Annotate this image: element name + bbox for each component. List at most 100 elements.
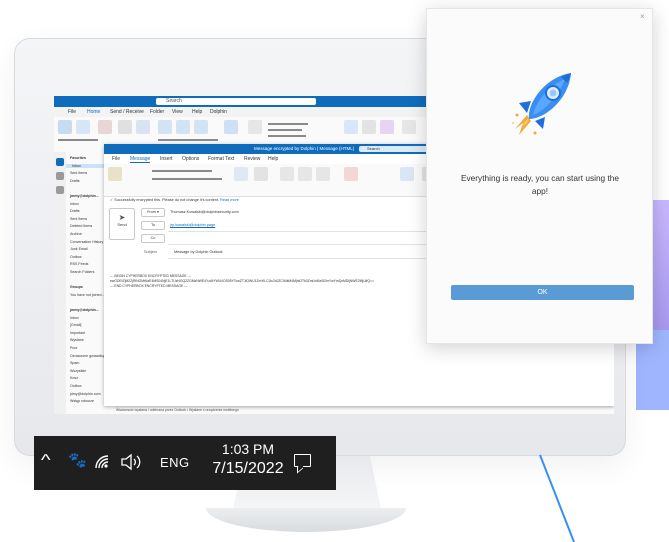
unread-read-icon[interactable] — [402, 120, 416, 134]
menu-home[interactable]: Home — [87, 109, 100, 115]
taskbar: ^ 🐾 ENG 1:03 PM 7/15/2022 — [34, 436, 336, 490]
folder-item[interactable]: Important — [70, 331, 85, 335]
reply-all-icon[interactable] — [176, 120, 190, 134]
share-teams-icon[interactable] — [224, 120, 238, 134]
folder-item[interactable]: jdmy@dolphin.com — [70, 392, 101, 396]
people-icon[interactable] — [56, 186, 64, 194]
address-book-icon[interactable] — [234, 167, 248, 181]
menu-file[interactable]: File — [68, 109, 76, 115]
message-list-strip: Wiadomość wysłana / odebrana przez Outlo… — [116, 408, 614, 414]
move-icon[interactable] — [344, 120, 358, 134]
cc-field-underline — [168, 244, 468, 245]
compose-menu-options[interactable]: Options — [182, 156, 199, 162]
from-value: Thomasz.Kowalski@dolphinsecurity.com — [170, 210, 239, 214]
dialog-message: Everything is ready, you can start using… — [460, 173, 620, 196]
compose-menu-file[interactable]: File — [112, 156, 120, 162]
to-button[interactable]: To — [141, 221, 165, 230]
reply-icon[interactable] — [158, 120, 172, 134]
compose-menu-review[interactable]: Review — [244, 156, 260, 162]
font-selector[interactable] — [152, 170, 212, 172]
paste-icon[interactable] — [108, 167, 122, 181]
menu-view[interactable]: View — [172, 109, 183, 115]
info-bar-read-more-link[interactable]: Read more — [220, 198, 239, 202]
check-names-icon[interactable] — [254, 167, 268, 181]
folder-item[interactable]: Poor — [70, 346, 78, 350]
menu-send-receive[interactable]: Send / Receive — [110, 109, 144, 115]
compose-menu-help[interactable]: Help — [268, 156, 278, 162]
folder-item[interactable]: Drafts — [70, 209, 80, 213]
send-label: Send — [117, 222, 127, 227]
folder-item[interactable]: Junk Email — [70, 247, 88, 251]
folder-group-header[interactable]: jmmy@dolphin... — [70, 308, 99, 312]
send-button[interactable]: ➤ Send — [109, 208, 135, 240]
folder-group-header[interactable]: Favorites — [70, 156, 86, 160]
menu-folder[interactable]: Folder — [150, 109, 164, 115]
taskbar-clock-date[interactable]: 7/15/2022 — [202, 460, 294, 478]
folder-item[interactable]: Wstęp robocze — [70, 399, 94, 403]
menu-dolphin[interactable]: Dolphin — [210, 109, 227, 115]
show-hidden-icons-chevron-icon[interactable]: ^ — [41, 450, 51, 472]
mail-icon[interactable] — [56, 158, 64, 166]
new-email-icon[interactable] — [58, 120, 72, 134]
font-format-row[interactable] — [152, 178, 222, 180]
menu-help[interactable]: Help — [192, 109, 202, 115]
volume-icon[interactable] — [120, 453, 142, 471]
folder-item[interactable]: Oznaczone gwiazdką — [70, 354, 104, 358]
link-icon[interactable] — [298, 167, 312, 181]
signature-icon[interactable] — [316, 167, 330, 181]
outlook-app-rail — [54, 152, 66, 414]
forward-icon[interactable] — [194, 120, 208, 134]
ignore-icon[interactable] — [98, 120, 112, 134]
folder-item[interactable]: Outbox — [70, 255, 82, 259]
folder-item[interactable]: Outbox — [70, 384, 82, 388]
assign-policy-icon[interactable] — [400, 167, 414, 181]
cc-button[interactable]: Cc — [141, 234, 165, 243]
folder-item[interactable]: Inbox — [70, 202, 79, 206]
folder-item[interactable]: Drafts — [70, 179, 80, 183]
folder-item[interactable]: Inbox — [70, 316, 79, 320]
folder-item[interactable]: Archive — [70, 232, 82, 236]
folder-group-header[interactable]: jmmy@dolphin... — [70, 194, 99, 198]
folder-item[interactable]: Spam — [70, 361, 79, 365]
attach-file-icon[interactable] — [280, 167, 294, 181]
new-items-icon[interactable] — [76, 120, 90, 134]
close-icon[interactable]: × — [640, 12, 645, 22]
notification-center-icon[interactable] — [294, 454, 311, 467]
ribbon-quick-step-label — [268, 123, 308, 125]
delete-icon[interactable] — [118, 120, 132, 134]
folder-item[interactable]: [Gmail] — [70, 323, 81, 327]
compose-menu-message[interactable]: Message — [130, 156, 151, 163]
folder-group-header[interactable]: Groups — [70, 285, 83, 289]
to-field[interactable]: jrp.kowalski@dolphin.page — [170, 223, 215, 227]
compose-menu-format-text[interactable]: Format Text — [208, 156, 234, 162]
ok-button[interactable]: OK — [451, 285, 634, 300]
folder-item[interactable]: Kosz — [70, 376, 78, 380]
to-field-underline — [168, 231, 468, 232]
folder-item[interactable]: Conversation History — [70, 240, 103, 244]
folder-item[interactable]: Deleted Items — [70, 224, 92, 228]
folder-item[interactable]: Sent Items — [70, 171, 87, 175]
folder-item[interactable]: You have not joined... — [70, 293, 104, 297]
archive-icon[interactable] — [136, 120, 150, 134]
input-language-indicator[interactable]: ENG — [160, 455, 190, 470]
folder-item[interactable]: Sent Items — [70, 217, 87, 221]
follow-up-icon[interactable] — [344, 167, 358, 181]
calendar-icon[interactable] — [56, 172, 64, 180]
folder-item[interactable]: Wysłane — [70, 338, 84, 342]
folder-item[interactable]: RSS Feeds — [70, 262, 88, 266]
rocket-icon — [512, 73, 571, 135]
folder-item[interactable]: Wszystkie — [70, 369, 86, 373]
taskbar-clock-time[interactable]: 1:03 PM — [208, 441, 288, 457]
folder-item[interactable]: Search Folders — [70, 270, 94, 274]
onenote-icon[interactable] — [380, 120, 394, 134]
from-button[interactable]: From ▾ — [141, 208, 165, 217]
subject-field[interactable]: Message by Dolphin Outlook — [174, 250, 223, 254]
rules-icon[interactable] — [362, 120, 376, 134]
ribbon-group-label — [58, 139, 98, 141]
compose-menu-insert[interactable]: Insert — [160, 156, 173, 162]
paw-app-icon[interactable]: 🐾 — [68, 450, 87, 472]
outlook-search-input[interactable]: Search — [156, 98, 316, 105]
wifi-icon[interactable] — [94, 454, 110, 470]
info-bar-text: Successfully encrypted this. Please do n… — [114, 198, 220, 202]
quick-steps-icon[interactable] — [248, 120, 262, 134]
